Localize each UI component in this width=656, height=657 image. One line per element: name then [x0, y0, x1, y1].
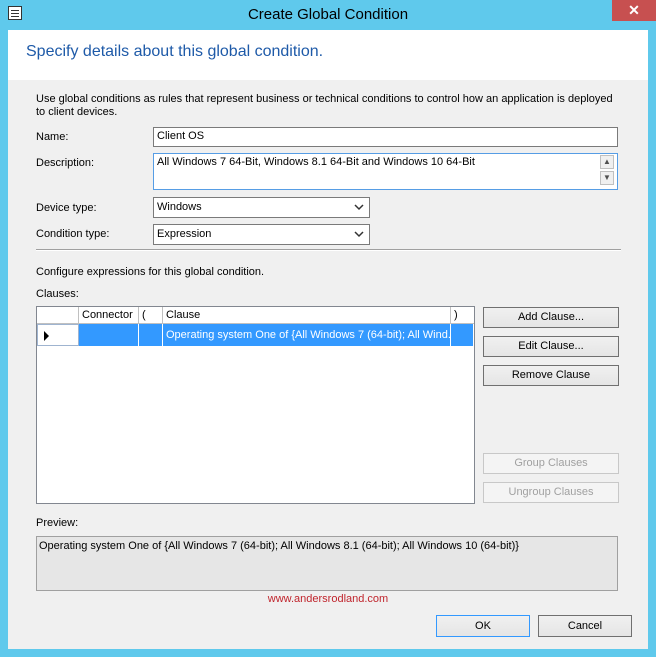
cell-close-paren[interactable]	[451, 324, 474, 346]
dialog-window: Create Global Condition ✕ Specify detail…	[0, 0, 656, 657]
device-type-label: Device type:	[36, 202, 97, 214]
scroll-down-icon[interactable]: ▼	[600, 171, 614, 185]
cell-connector[interactable]	[79, 324, 139, 346]
title-bar[interactable]: Create Global Condition ✕	[0, 0, 656, 30]
preview-box: Operating system One of {All Windows 7 (…	[36, 536, 618, 591]
description-textarea[interactable]: All Windows 7 64-Bit, Windows 8.1 64-Bit…	[153, 153, 618, 190]
current-row-icon	[44, 331, 49, 341]
condition-type-value: Expression	[157, 228, 212, 240]
watermark-text: www.andersrodland.com	[267, 593, 389, 605]
group-clauses-button[interactable]: Group Clauses	[483, 453, 619, 474]
device-type-value: Windows	[157, 201, 202, 213]
description-label: Description:	[36, 157, 95, 169]
add-clause-button[interactable]: Add Clause...	[483, 307, 619, 328]
chevron-down-icon	[353, 200, 365, 214]
header-banner: Specify details about this global condit…	[8, 30, 648, 80]
clauses-grid[interactable]: Connector ( Clause ) Operating system On…	[36, 306, 475, 504]
window-title: Create Global Condition	[247, 6, 409, 23]
column-header-close-paren[interactable]: )	[451, 307, 474, 323]
cell-clause[interactable]: Operating system One of {All Windows 7 (…	[163, 324, 451, 346]
column-header-connector[interactable]: Connector	[79, 307, 139, 323]
row-selector[interactable]	[37, 324, 79, 346]
edit-clause-button[interactable]: Edit Clause...	[483, 336, 619, 357]
expressions-caption: Configure expressions for this global co…	[36, 266, 265, 278]
cell-open-paren[interactable]	[139, 324, 163, 346]
remove-clause-button[interactable]: Remove Clause	[483, 365, 619, 386]
device-type-select[interactable]: Windows	[153, 197, 370, 218]
cancel-button[interactable]: Cancel	[538, 615, 632, 637]
preview-label: Preview:	[36, 517, 79, 529]
name-input[interactable]: Client OS	[153, 127, 618, 147]
dialog-body: Specify details about this global condit…	[8, 30, 648, 649]
condition-type-label: Condition type:	[36, 228, 110, 240]
table-row[interactable]: Operating system One of {All Windows 7 (…	[37, 324, 474, 346]
column-header-open-paren[interactable]: (	[139, 307, 163, 323]
scroll-up-icon[interactable]: ▲	[600, 155, 614, 169]
chevron-down-icon	[353, 227, 365, 241]
page-heading: Specify details about this global condit…	[26, 43, 324, 60]
intro-text: Use global conditions as rules that repr…	[36, 93, 613, 118]
close-button[interactable]: ✕	[612, 0, 656, 21]
description-text: All Windows 7 64-Bit, Windows 8.1 64-Bit…	[157, 156, 475, 168]
section-divider	[36, 249, 621, 251]
column-header-clause[interactable]: Clause	[163, 307, 451, 323]
ungroup-clauses-button[interactable]: Ungroup Clauses	[483, 482, 619, 503]
condition-type-select[interactable]: Expression	[153, 224, 370, 245]
ok-button[interactable]: OK	[436, 615, 530, 637]
description-scrollbar[interactable]: ▲ ▼	[600, 155, 616, 187]
grid-header: Connector ( Clause )	[37, 307, 474, 324]
clauses-label: Clauses:	[36, 288, 79, 300]
name-label: Name:	[36, 131, 69, 143]
row-header-column	[37, 307, 79, 323]
